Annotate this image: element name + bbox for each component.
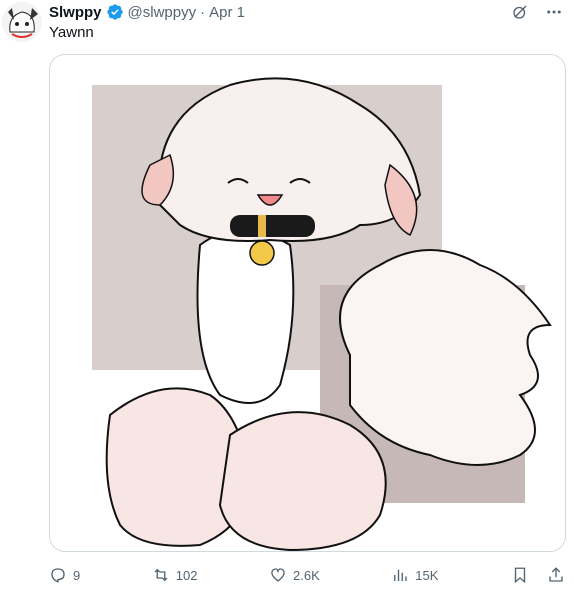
retweet-count: 102 <box>175 567 198 583</box>
like-icon <box>271 568 285 582</box>
grok-icon[interactable] <box>510 2 530 22</box>
retweet-icon <box>154 568 168 582</box>
verified-badge-icon <box>106 3 124 21</box>
retweet-button[interactable]: 102 <box>152 566 198 584</box>
reply-icon <box>51 568 65 583</box>
reply-button[interactable]: 9 <box>49 566 80 584</box>
share-icon[interactable] <box>546 565 566 585</box>
tweet-header: Slwppy @slwppyy · Apr 1 <box>49 2 245 22</box>
reply-count: 9 <box>73 567 81 583</box>
avatar[interactable] <box>2 2 42 42</box>
views-button[interactable]: 15K <box>391 566 438 584</box>
bookmark-icon[interactable] <box>510 565 530 585</box>
separator-dot: · <box>200 3 206 21</box>
more-icon[interactable] <box>544 2 564 22</box>
like-count: 2.6K <box>293 567 320 583</box>
tweet: Slwppy @slwppyy · Apr 1 Yawnn 9 102 2.6K… <box>0 0 574 598</box>
tweet-action-bar: 9 102 2.6K 15K <box>49 565 566 585</box>
tweet-image[interactable] <box>49 54 566 552</box>
tweet-top-actions <box>510 2 564 22</box>
tweet-text: Yawnn <box>49 24 94 41</box>
author-handle[interactable]: @slwppyy <box>128 4 197 21</box>
tweet-image-illustration <box>50 55 565 551</box>
views-icon <box>394 569 407 581</box>
like-button[interactable]: 2.6K <box>269 566 320 584</box>
tweet-date[interactable]: Apr 1 <box>209 4 245 21</box>
tweet-secondary-actions <box>510 565 566 585</box>
author-name[interactable]: Slwppy <box>49 4 102 21</box>
view-count: 15K <box>415 567 439 583</box>
